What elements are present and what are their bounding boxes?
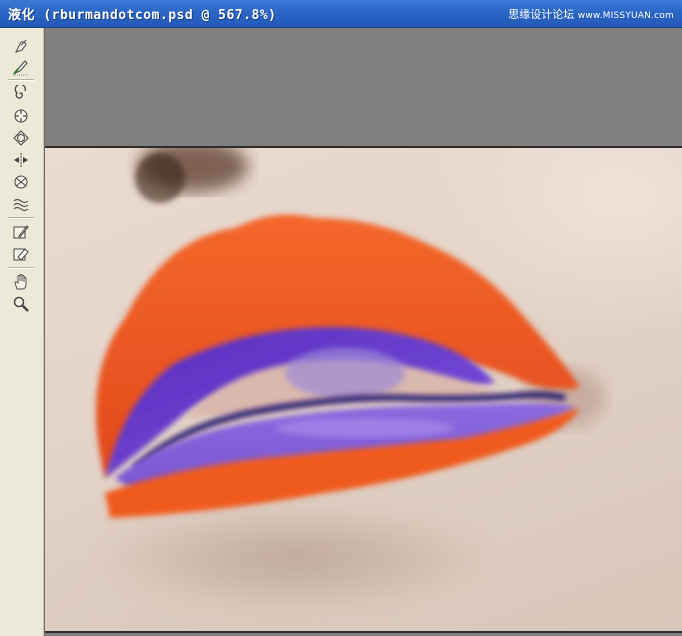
turbulence-icon — [13, 198, 29, 212]
finger-push-icon — [15, 39, 27, 53]
lips-image — [95, 148, 605, 613]
twirl-clockwise-tool[interactable] — [11, 84, 31, 104]
brush-reconstruct-icon — [13, 60, 29, 76]
twirl-icon — [14, 85, 26, 99]
hand-tool[interactable] — [11, 272, 31, 292]
push-left-tool[interactable] — [11, 150, 31, 170]
magnifier-icon — [13, 296, 29, 312]
liquify-window: 液化 (rburmandotcom.psd @ 567.8%) 思缘设计论坛 w… — [0, 0, 682, 636]
hand-icon — [14, 274, 27, 290]
pucker-icon — [14, 109, 28, 123]
thaw-mask-tool[interactable] — [11, 244, 31, 264]
forward-warp-tool[interactable] — [11, 36, 31, 56]
zoom-tool[interactable] — [11, 294, 31, 314]
tool-separator — [8, 217, 34, 219]
preview-canvas[interactable] — [44, 28, 682, 636]
turbulence-tool[interactable] — [11, 194, 31, 214]
window-title: 液化 (rburmandotcom.psd @ 567.8%) — [8, 8, 277, 23]
tool-separator — [8, 267, 34, 269]
push-left-icon — [14, 153, 28, 167]
mirror-tool[interactable] — [11, 172, 31, 192]
watermark-cn: 思缘设计论坛 — [508, 8, 575, 21]
bloat-icon — [13, 130, 29, 146]
canvas-bottom-border — [45, 631, 682, 636]
watermark-url: www.MISSYUAN.com — [577, 11, 674, 21]
bloat-tool[interactable] — [11, 128, 31, 148]
freeze-mask-icon — [13, 225, 29, 239]
pucker-tool[interactable] — [11, 106, 31, 126]
title-bar[interactable]: 液化 (rburmandotcom.psd @ 567.8%) 思缘设计论坛 w… — [0, 0, 682, 28]
tool-palette — [0, 28, 44, 636]
mirror-icon — [14, 175, 28, 189]
watermark: 思缘设计论坛 www.MISSYUAN.com — [508, 6, 674, 22]
thaw-mask-icon — [13, 248, 29, 261]
reconstruct-tool[interactable] — [11, 57, 31, 77]
freeze-mask-tool[interactable] — [11, 222, 31, 242]
tool-separator — [8, 79, 34, 81]
lips-photo[interactable] — [45, 146, 682, 633]
